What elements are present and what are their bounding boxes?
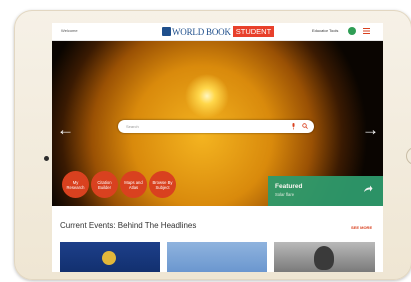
home-button[interactable]: [406, 147, 411, 165]
top-bar: Welcome WORLD BOOK STUDENT Educator Tool…: [52, 23, 383, 41]
educator-tools-link[interactable]: Educator Tools: [312, 28, 338, 33]
see-more-link[interactable]: SEE MORE: [351, 225, 372, 230]
camera-dot: [44, 156, 49, 161]
featured-card[interactable]: Featured Solar flare: [268, 176, 383, 206]
quick-link-browse-subject[interactable]: Browse By Subject: [149, 171, 176, 198]
featured-subtitle: Solar flare: [275, 192, 295, 197]
share-arrow-icon[interactable]: [363, 185, 373, 193]
search-input[interactable]: Search: [126, 124, 139, 129]
article-thumbnail[interactable]: [167, 242, 267, 272]
featured-title: Featured: [275, 183, 303, 190]
search-bar[interactable]: Search: [118, 120, 314, 133]
app-screen: Welcome WORLD BOOK STUDENT Educator Tool…: [52, 23, 383, 272]
hamburger-menu-icon[interactable]: [363, 28, 370, 34]
quick-link-my-research[interactable]: My Research: [62, 171, 89, 198]
article-thumbnail[interactable]: [274, 242, 375, 272]
search-icon[interactable]: [302, 123, 308, 129]
quick-link-maps-atlas[interactable]: Maps and Atlas: [120, 171, 147, 198]
logo-student-badge: STUDENT: [232, 26, 275, 37]
article-thumbnail[interactable]: [60, 242, 160, 272]
logo-text: WORLD BOOK: [172, 26, 231, 37]
chevron-left-icon[interactable]: ←: [57, 121, 74, 138]
world-book-logo[interactable]: WORLD BOOK STUDENT: [162, 26, 275, 37]
hero-banner: ← → Search My Research Citation Builder …: [52, 41, 383, 206]
portrait-image: [314, 246, 334, 270]
welcome-text: Welcome: [61, 28, 78, 33]
quick-link-citation-builder[interactable]: Citation Builder: [91, 171, 118, 198]
chevron-right-icon[interactable]: →: [362, 121, 379, 138]
seal-image: [102, 251, 116, 265]
current-events-section: Current Events: Behind The Headlines SEE…: [52, 206, 383, 272]
section-title: Current Events: Behind The Headlines: [60, 221, 197, 230]
microphone-icon[interactable]: [291, 123, 296, 130]
avatar[interactable]: [348, 27, 356, 35]
logo-mark-icon: [162, 27, 171, 36]
